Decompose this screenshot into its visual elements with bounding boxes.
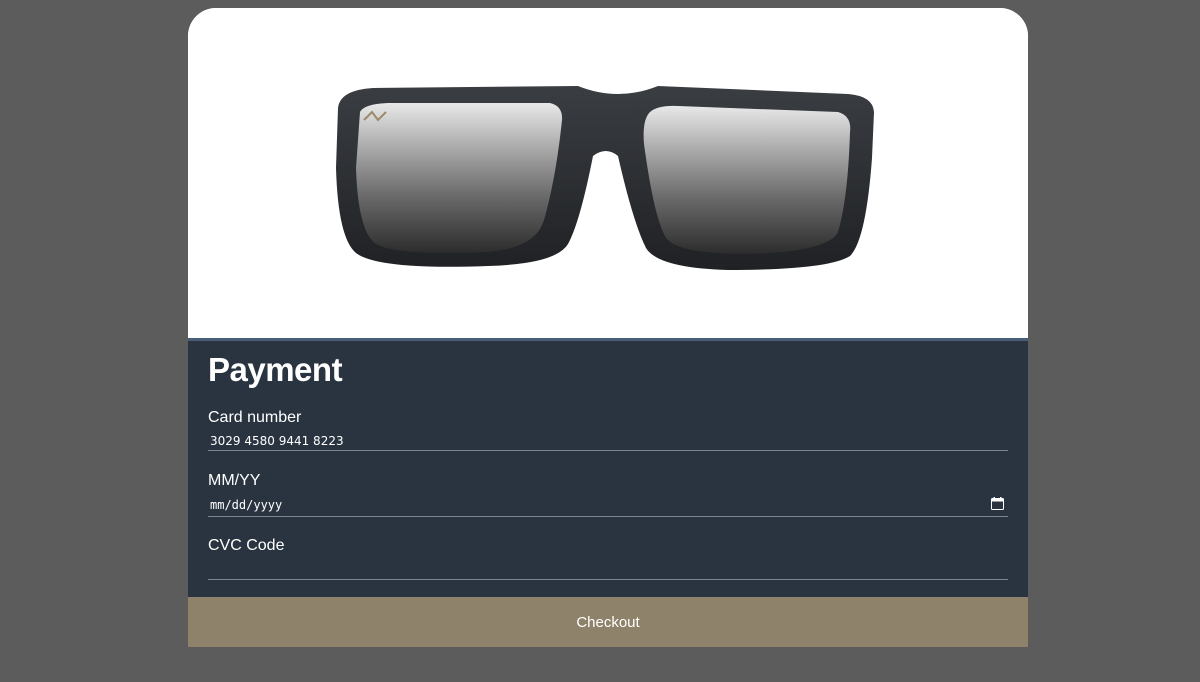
checkout-button[interactable]: Checkout [188,597,1028,647]
cvc-input[interactable] [208,560,1008,580]
product-card: Payment Card number MM/YY mm/dd/yyyy CVC… [188,8,1028,647]
card-number-input[interactable] [208,431,1008,451]
sunglasses-image [336,86,874,270]
expiry-date-input[interactable]: mm/dd/yyyy [208,495,1008,517]
cvc-label: CVC Code [208,537,285,554]
payment-form: Payment Card number MM/YY mm/dd/yyyy CVC… [188,338,1028,597]
calendar-icon[interactable] [991,497,1004,510]
expiry-placeholder: mm/dd/yyyy [210,498,283,512]
expiry-label: MM/YY [208,472,261,489]
product-image [188,8,1028,338]
card-number-label: Card number [208,409,302,426]
payment-title: Payment [208,351,343,388]
